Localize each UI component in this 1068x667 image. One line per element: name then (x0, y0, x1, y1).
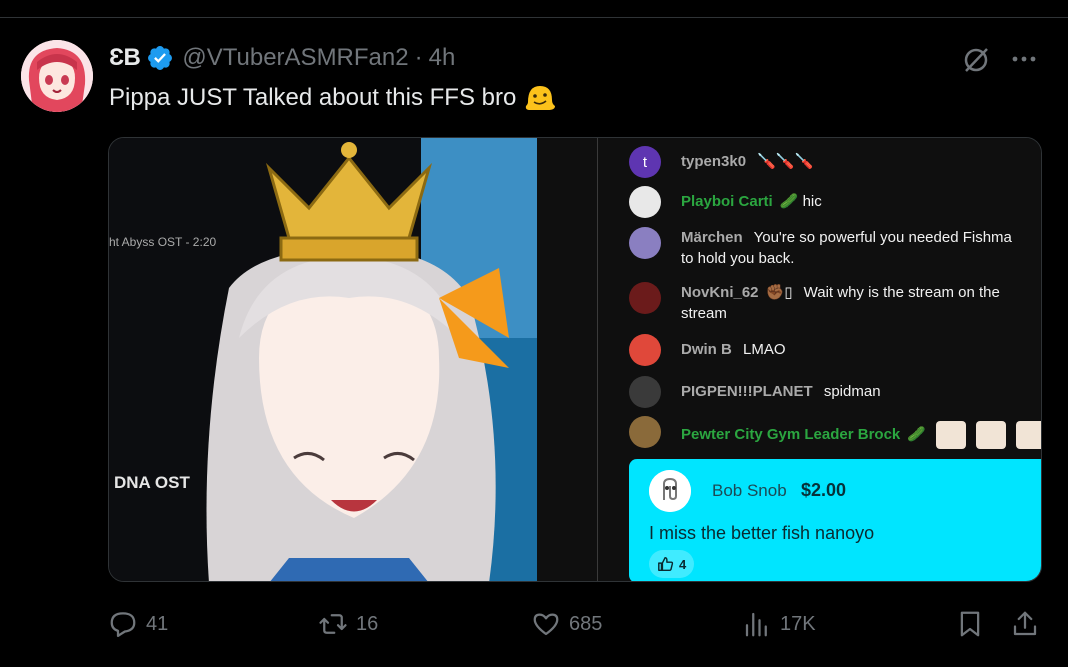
chat-body: NovKni_62 ✊🏾▯ Wait why is the stream on t… (681, 282, 1000, 324)
vtuber-artwork: ht Abyss OST - 2:20 DNA OST (109, 138, 537, 581)
pickle-icon: 🥒 (907, 425, 926, 443)
chat-body: PIGPEN!!!PLANET spidman (681, 381, 881, 402)
chat-text-line2: stream (681, 305, 727, 322)
chat-avatar (629, 416, 661, 448)
like-button[interactable]: 685 (531, 608, 602, 640)
reply-count: 41 (146, 612, 169, 635)
views-count: 17K (780, 612, 816, 635)
live-chat: t typen3k0 🪛🪛🪛 Playboi Carti 🥒 hic Märche… (598, 138, 1041, 581)
art-label-dna: DNA OST (114, 473, 190, 492)
sticker-emote-icon (976, 421, 1007, 449)
chat-author: Märchen (681, 229, 743, 246)
bookmark-button[interactable] (955, 608, 985, 640)
verified-badge-icon[interactable] (146, 44, 174, 72)
chat-text: spidman (823, 383, 881, 400)
grok-icon[interactable] (960, 44, 992, 76)
chat-text-line2: to hold you back. (681, 250, 795, 267)
thumbs-up-icon (658, 556, 674, 572)
chat-message: t typen3k0 🪛🪛🪛 (629, 146, 813, 178)
superchat-name: Bob Snob (712, 481, 787, 500)
repost-count: 16 (356, 612, 379, 635)
chat-author: PIGPEN!!!PLANET (681, 383, 813, 400)
media-attachment[interactable]: ht Abyss OST - 2:20 DNA OST t typen3k0 🪛… (108, 137, 1042, 582)
chat-message: NovKni_62 ✊🏾▯ Wait why is the stream on t… (629, 282, 1000, 324)
chat-body: Pewter City Gym Leader Brock 🥒 (681, 421, 1041, 449)
fist-icon: ✊🏾▯ (765, 284, 793, 301)
timestamp[interactable]: 4h (429, 44, 456, 72)
repost-icon (319, 614, 347, 634)
avatar[interactable] (21, 40, 93, 112)
superchat-avatar (649, 470, 691, 512)
superchat-card: Bob Snob $2.00 I miss the better fish na… (629, 459, 1041, 581)
share-icon (1013, 611, 1037, 636)
art-gap (537, 138, 597, 581)
superchat-likes: 4 (649, 550, 695, 578)
chat-message: Dwin B LMAO (629, 334, 786, 366)
more-icon[interactable] (1009, 44, 1039, 74)
chat-message: PIGPEN!!!PLANET spidman (629, 376, 881, 408)
chat-text: You're so powerful you needed Fishma (753, 229, 1012, 246)
chat-author: NovKni_62 (681, 284, 759, 301)
chat-message: Playboi Carti 🥒 hic (629, 186, 822, 218)
chat-author: Dwin B (681, 341, 732, 358)
chat-avatar (629, 186, 661, 218)
chat-body: Playboi Carti 🥒 hic (681, 191, 822, 212)
chat-body: typen3k0 🪛🪛🪛 (681, 151, 813, 172)
reply-icon (110, 612, 136, 637)
handle[interactable]: @VTuberASMRFan2 (182, 44, 408, 72)
chat-author: Playboi Carti (681, 193, 773, 210)
chat-avatar (629, 334, 661, 366)
superchat-text: I miss the better fish nanoyo (649, 523, 875, 543)
chat-avatar: t (629, 146, 661, 178)
views-icon (745, 612, 767, 637)
chat-avatar (629, 376, 661, 408)
chat-avatar (629, 227, 661, 259)
bookmark-icon (960, 611, 980, 637)
reply-button[interactable]: 41 (108, 608, 168, 640)
top-divider (0, 17, 1068, 18)
chat-text: LMAO (743, 341, 786, 358)
sticker-emote-icon (936, 421, 967, 449)
like-count: 685 (569, 612, 603, 635)
chat-text: Wait why is the stream on the (803, 284, 1000, 301)
screwdriver-icon: 🪛🪛🪛 (757, 153, 814, 170)
chat-body: Märchen You're so powerful you needed Fi… (681, 227, 1012, 269)
melting-face-emoji-icon (524, 82, 556, 114)
separator-dot: · (414, 44, 423, 71)
tweet-text: Pippa JUST Talked about this FFS bro (109, 82, 556, 114)
sticker-emote-icon (1016, 421, 1041, 449)
chat-avatar-letter: t (642, 153, 648, 171)
chat-message: Märchen You're so powerful you needed Fi… (629, 227, 1012, 269)
repost-button[interactable]: 16 (318, 608, 378, 640)
tweet-text-content: Pippa JUST Talked about this FFS bro (109, 84, 517, 111)
chat-avatar (629, 282, 661, 314)
chat-author: typen3k0 (681, 153, 747, 170)
post-header: ƐB @VTuberASMRFan2 · 4h (109, 42, 455, 74)
chat-body: Dwin B LMAO (681, 339, 786, 360)
share-button[interactable] (1010, 608, 1040, 640)
chat-author: Pewter City Gym Leader Brock (681, 425, 901, 443)
like-icon (533, 613, 559, 636)
chat-text: hic (802, 193, 822, 210)
superchat-amount: $2.00 (801, 480, 847, 500)
display-name[interactable]: ƐB (109, 44, 141, 72)
chat-message: Pewter City Gym Leader Brock 🥒 (629, 416, 1041, 449)
pickle-icon: 🥒 (779, 193, 799, 210)
art-label-ost: ht Abyss OST - 2:20 (109, 235, 217, 249)
views-button[interactable]: 17K (742, 608, 816, 640)
superchat-likes-count: 4 (679, 556, 687, 572)
